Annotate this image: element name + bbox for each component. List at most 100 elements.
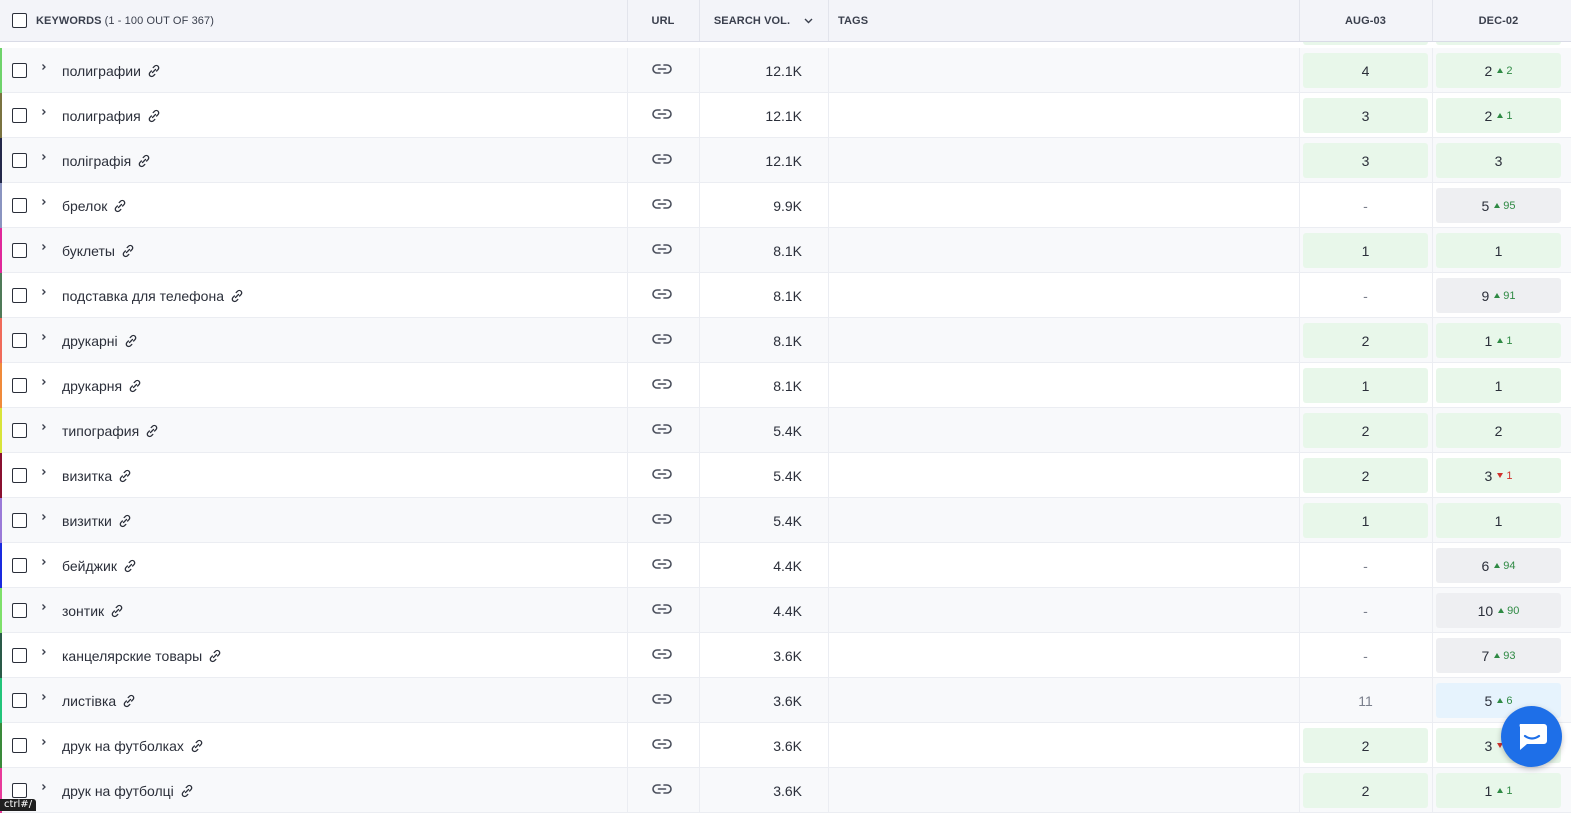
link-icon[interactable] <box>230 289 244 303</box>
table-row[interactable]: листівка 3.6K 11 5 6 <box>0 678 1571 723</box>
table-row[interactable]: типография 5.4K 2 2 <box>0 408 1571 453</box>
table-row[interactable]: подставка для телефона 8.1K - 9 91 <box>0 273 1571 318</box>
url-link-icon[interactable] <box>652 377 672 394</box>
table-row[interactable]: буклеты 8.1K 1 1 <box>0 228 1571 273</box>
table-row[interactable]: визитка 5.4K 2 3 1 <box>0 453 1571 498</box>
position-cell-aug[interactable]: - <box>1303 278 1428 313</box>
expand-chevron-icon[interactable] <box>40 285 48 300</box>
link-icon[interactable] <box>118 514 132 528</box>
row-checkbox[interactable] <box>12 603 27 618</box>
table-row[interactable]: друк на футболках3.6K231 <box>0 723 1571 768</box>
expand-chevron-icon[interactable] <box>40 780 48 795</box>
row-checkbox[interactable] <box>12 108 27 123</box>
keyword-text[interactable]: листівка <box>62 693 116 709</box>
link-icon[interactable] <box>124 334 138 348</box>
expand-chevron-icon[interactable] <box>40 690 48 705</box>
row-checkbox[interactable] <box>12 513 27 528</box>
expand-chevron-icon[interactable] <box>40 105 48 120</box>
link-icon[interactable] <box>128 379 142 393</box>
position-cell-dec[interactable]: 11 <box>1436 323 1561 358</box>
table-row[interactable]: канцелярские товары 3.6K - 7 93 <box>0 633 1571 678</box>
position-cell-aug[interactable]: - <box>1303 188 1428 223</box>
table-row[interactable]: зонтик 4.4K - 10 90 <box>0 588 1571 633</box>
row-checkbox[interactable] <box>12 648 27 663</box>
link-icon[interactable] <box>147 109 161 123</box>
position-cell-aug[interactable]: - <box>1303 593 1428 628</box>
row-checkbox[interactable] <box>12 288 27 303</box>
keyword-text[interactable]: поліграфія <box>62 153 131 169</box>
url-link-icon[interactable] <box>652 782 672 799</box>
keyword-text[interactable]: полиграфия <box>62 108 141 124</box>
table-row[interactable]: поліграфія 12.1K 3 3 <box>0 138 1571 183</box>
keyword-text[interactable]: брелок <box>62 198 107 214</box>
table-row[interactable]: полиграфия 12.1K 3 2 1 <box>0 93 1571 138</box>
expand-chevron-icon[interactable] <box>40 510 48 525</box>
expand-chevron-icon[interactable] <box>40 330 48 345</box>
expand-chevron-icon[interactable] <box>40 645 48 660</box>
row-checkbox[interactable] <box>12 423 27 438</box>
position-cell-aug[interactable]: - <box>1303 548 1428 583</box>
link-icon[interactable] <box>137 154 151 168</box>
keyword-text[interactable]: типография <box>62 423 139 439</box>
tags-column-header[interactable]: TAGS <box>838 0 868 41</box>
position-cell-dec[interactable]: 3 <box>1436 143 1561 178</box>
table-row[interactable]: друк на футболці 3.6K 2 1 1 <box>0 768 1571 813</box>
url-link-icon[interactable] <box>652 467 672 484</box>
keyword-text[interactable]: визитка <box>62 468 112 484</box>
position-cell-dec[interactable]: 9 91 <box>1436 278 1561 313</box>
position-cell-aug[interactable]: 2 <box>1303 413 1428 448</box>
row-checkbox[interactable] <box>12 558 27 573</box>
position-cell-aug[interactable]: 2 <box>1303 458 1428 493</box>
expand-chevron-icon[interactable] <box>40 735 48 750</box>
row-checkbox[interactable] <box>12 468 27 483</box>
url-link-icon[interactable] <box>652 647 672 664</box>
link-icon[interactable] <box>113 199 127 213</box>
table-row[interactable]: бейджик 4.4K - 6 94 <box>0 543 1571 588</box>
date-column-header-dec[interactable]: DEC-02 <box>1432 0 1565 41</box>
expand-chevron-icon[interactable] <box>40 150 48 165</box>
row-checkbox[interactable] <box>12 738 27 753</box>
table-row[interactable]: брелок 9.9K - 5 95 <box>0 183 1571 228</box>
row-checkbox[interactable] <box>12 63 27 78</box>
expand-chevron-icon[interactable] <box>40 240 48 255</box>
position-cell-dec[interactable]: 22 <box>1436 53 1561 88</box>
url-link-icon[interactable] <box>652 692 672 709</box>
expand-chevron-icon[interactable] <box>40 600 48 615</box>
link-icon[interactable] <box>121 244 135 258</box>
keyword-text[interactable]: визитки <box>62 513 112 529</box>
url-link-icon[interactable] <box>652 602 672 619</box>
keyword-text[interactable]: друк на футболці <box>62 783 174 799</box>
keyword-text[interactable]: бейджик <box>62 558 117 574</box>
table-row[interactable]: друкарня 8.1K 1 1 <box>0 363 1571 408</box>
chat-support-button[interactable] <box>1501 706 1562 767</box>
position-cell-dec[interactable]: 1 <box>1436 503 1561 538</box>
row-checkbox[interactable] <box>12 198 27 213</box>
position-cell-dec[interactable]: 6 94 <box>1436 548 1561 583</box>
row-checkbox[interactable] <box>12 378 27 393</box>
position-cell-aug[interactable]: 1 <box>1303 368 1428 403</box>
url-link-icon[interactable] <box>652 242 672 259</box>
link-icon[interactable] <box>145 424 159 438</box>
position-cell-aug[interactable]: 11 <box>1303 683 1428 718</box>
position-cell-aug[interactable]: - <box>1303 638 1428 673</box>
date-column-header-aug[interactable]: AUG-03 <box>1299 0 1432 41</box>
row-checkbox[interactable] <box>12 243 27 258</box>
expand-chevron-icon[interactable] <box>40 375 48 390</box>
position-cell-dec[interactable]: 1 <box>1436 368 1561 403</box>
position-cell-dec[interactable]: 2 <box>1436 413 1561 448</box>
position-cell-aug[interactable]: 1 <box>1303 233 1428 268</box>
position-cell-dec[interactable]: 1 <box>1436 233 1561 268</box>
expand-chevron-icon[interactable] <box>40 195 48 210</box>
expand-chevron-icon[interactable] <box>40 60 48 75</box>
url-column-header[interactable]: URL <box>627 0 699 41</box>
url-link-icon[interactable] <box>652 512 672 529</box>
url-link-icon[interactable] <box>652 287 672 304</box>
link-icon[interactable] <box>147 64 161 78</box>
keyword-text[interactable]: канцелярские товары <box>62 648 202 664</box>
link-icon[interactable] <box>208 649 222 663</box>
url-link-icon[interactable] <box>652 332 672 349</box>
select-all-checkbox[interactable] <box>12 13 27 28</box>
expand-chevron-icon[interactable] <box>40 465 48 480</box>
keyword-text[interactable]: полиграфии <box>62 63 141 79</box>
keyword-text[interactable]: друк на футболках <box>62 738 184 754</box>
